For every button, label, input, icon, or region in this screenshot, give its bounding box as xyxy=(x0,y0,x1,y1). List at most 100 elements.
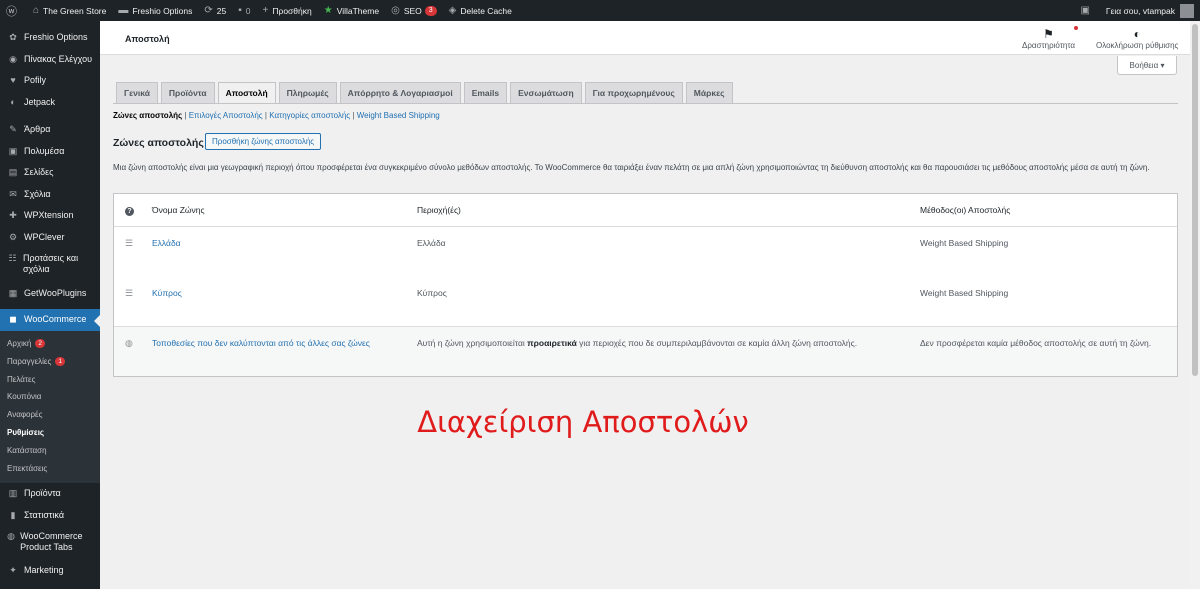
table-row-rest-of-world: ◍ Τοποθεσίες που δεν καλύπτονται από τις… xyxy=(114,327,1177,376)
sidebar-item-products[interactable]: ▥ Προϊόντα xyxy=(0,483,100,505)
zones-description: Μια ζώνη αποστολής είναι μια γεωγραφική … xyxy=(113,163,1150,172)
site-name-link[interactable]: ⌂ The Green Store xyxy=(27,0,112,21)
submenu-item-orders[interactable]: Παραγγελίες 1 xyxy=(0,353,100,371)
sidebar-item-feedback[interactable]: ☷ Προτάσεις και σχόλια xyxy=(0,248,100,283)
rest-zone-region: Αυτή η ζώνη χρησιμοποιείται προαιρετικά … xyxy=(417,338,858,348)
flag-icon: ⚑ xyxy=(1022,26,1079,41)
sidebar-item-analytics[interactable]: ▮ Στατιστικά xyxy=(0,505,100,527)
wordpress-logo-icon[interactable]: ⓦ xyxy=(0,0,27,21)
zone-methods: Weight Based Shipping xyxy=(920,288,1009,298)
tabs-icon: ◍ xyxy=(7,531,16,542)
drag-handle-icon[interactable]: ☰ xyxy=(125,237,133,250)
table-row: ☰ Κύπρος Κύπρος Weight Based Shipping xyxy=(114,277,1177,327)
notifications-icon[interactable]: ▣ xyxy=(1074,0,1099,21)
sidebar-item-marketing[interactable]: ✦ Marketing xyxy=(0,560,100,582)
tab-payments[interactable]: Πληρωμές xyxy=(278,82,337,104)
comment-icon: ✉ xyxy=(9,188,17,199)
seo-link[interactable]: ◎ SEO 3 xyxy=(385,0,443,21)
table-row: ☰ Ελλάδα Ελλάδα Weight Based Shipping xyxy=(114,227,1177,277)
tab-divider xyxy=(113,103,1178,104)
flower-icon: ✿ xyxy=(9,32,17,42)
plugin-icon: ✚ xyxy=(9,210,17,220)
admin-bar: ⓦ ⌂ The Green Store ▬ Freshio Options ⟳ 25 … xyxy=(0,0,1200,21)
sidebar-item-getwooplugins[interactable]: ▦ GetWooPlugins xyxy=(0,283,100,306)
sidebar-item-wpclever[interactable]: ⚙ WPClever xyxy=(0,227,100,249)
folder-icon: ▬ xyxy=(118,5,129,16)
subsection-weight-based[interactable]: Weight Based Shipping xyxy=(357,111,440,120)
shipping-subsections: Ζώνες αποστολής | Επιλογές Αποστολής | Κ… xyxy=(113,111,440,120)
zone-name-link[interactable]: Κύπρος xyxy=(152,287,182,300)
submenu-item-coupons[interactable]: Κουπόνια xyxy=(0,388,100,406)
notification-dot xyxy=(1074,26,1079,30)
chart-icon: ▮ xyxy=(10,509,16,520)
sidebar-item-woocommerce[interactable]: ◼ WooCommerce xyxy=(0,309,100,331)
help-button[interactable]: Βοήθεια ▾ xyxy=(1117,56,1177,75)
freshio-options-link[interactable]: ▬ Freshio Options xyxy=(112,0,198,21)
page-header: Αποστολή ⚑ Δραστηριότητα ◐ Ολοκλήρωση ρύ… xyxy=(100,21,1190,55)
tab-advanced[interactable]: Για προχωρημένους xyxy=(584,82,683,104)
activity-button[interactable]: ⚑ Δραστηριότητα xyxy=(1022,26,1079,50)
plus-icon: + xyxy=(262,5,269,16)
sidebar-item-jetpack[interactable]: ◐ Jetpack xyxy=(0,92,100,114)
zone-name-link[interactable]: Ελλάδα xyxy=(152,237,181,250)
sidebar-item-media[interactable]: ▣ Πολυμέσα xyxy=(0,141,100,163)
sidebar-item-freshio-options[interactable]: ✿ Freshio Options xyxy=(0,27,100,49)
comment-icon: ▪ xyxy=(238,5,242,16)
refresh-icon: ⟳ xyxy=(204,5,213,16)
subsection-zones[interactable]: Ζώνες αποστολής xyxy=(113,111,182,120)
seo-count-badge: 3 xyxy=(424,5,437,16)
submenu-item-status[interactable]: Κατάσταση xyxy=(0,442,100,460)
comments-link[interactable]: ▪ 0 xyxy=(232,0,256,21)
tab-shipping[interactable]: Αποστολή xyxy=(217,82,276,104)
sidebar-item-wpxtension[interactable]: ✚ WPXtension xyxy=(0,205,100,227)
subsection-classes[interactable]: Κατηγορίες αποστολής xyxy=(269,111,350,120)
admin-sidebar: ✿ Freshio Options ◉ Πίνακας Ελέγχου ♥ Pofil… xyxy=(0,21,100,589)
gear-icon: ⚙ xyxy=(8,231,18,242)
updates-link[interactable]: ⟳ 25 xyxy=(198,0,232,21)
villatheme-link[interactable]: ★ VillaTheme xyxy=(318,0,385,21)
tab-general[interactable]: Γενικά xyxy=(116,82,158,104)
zones-heading: Ζώνες αποστολής xyxy=(113,137,204,149)
caret-down-icon: ▾ xyxy=(1160,60,1165,70)
home-count-badge: 2 xyxy=(35,339,45,349)
submenu-item-customers[interactable]: Πελάτες xyxy=(0,371,100,389)
grid-icon: ▦ xyxy=(8,288,18,298)
rest-zone-methods: Δεν προσφέρεται καμία μέθοδος αποστολής … xyxy=(920,338,1152,348)
megaphone-icon: ✦ xyxy=(9,565,17,576)
add-zone-button[interactable]: Προσθήκη ζώνης αποστολής xyxy=(205,133,322,150)
delete-cache-link[interactable]: ◈ Delete Cache xyxy=(443,0,518,21)
tab-integration[interactable]: Ενσωμάτωση xyxy=(510,82,582,104)
cache-icon: ◈ xyxy=(448,5,457,16)
woocommerce-icon: ◼ xyxy=(9,314,17,324)
globe-icon: ◍ xyxy=(125,338,133,348)
settings-tabs: Γενικά Προϊόντα Αποστολή Πληρωμές Απόρρη… xyxy=(116,82,736,104)
tab-products[interactable]: Προϊόντα xyxy=(160,82,215,104)
sidebar-item-posts[interactable]: ✎ Άρθρα xyxy=(0,119,100,141)
jetpack-icon: ◐ xyxy=(10,96,16,107)
pin-icon: ✎ xyxy=(9,124,17,134)
sidebar-item-comments[interactable]: ✉ Σχόλια xyxy=(0,184,100,206)
tab-brands[interactable]: Μάρκες xyxy=(685,82,733,104)
sidebar-item-dashboard[interactable]: ◉ Πίνακας Ελέγχου xyxy=(0,49,100,71)
account-menu[interactable]: Γεια σου, vtampak xyxy=(1100,0,1200,21)
drag-handle-icon[interactable]: ☰ xyxy=(125,287,133,300)
zone-region: Ελλάδα xyxy=(417,238,446,248)
submenu-item-home[interactable]: Αρχική 2 xyxy=(0,335,100,353)
tab-accounts-privacy[interactable]: Απόρρητο & Λογαριασμοί xyxy=(339,82,461,104)
sidebar-item-pofily[interactable]: ♥ Pofily xyxy=(0,70,100,92)
subsection-options[interactable]: Επιλογές Αποστολής xyxy=(189,111,263,120)
table-header: ? Όνομα Ζώνης Περιοχή(ές) Μέθοδος(οι) Απ… xyxy=(114,194,1177,227)
tab-emails[interactable]: Emails xyxy=(463,82,508,104)
help-icon[interactable]: ? xyxy=(125,204,134,217)
complete-setup-button[interactable]: ◐ Ολοκλήρωση ρύθμισης xyxy=(1096,27,1178,50)
sidebar-item-product-tabs[interactable]: ◍ WooCommerce Product Tabs xyxy=(0,526,100,560)
overlay-title: Διαχείριση Αποστολών xyxy=(417,405,749,439)
progress-circle-icon: ◐ xyxy=(1133,27,1141,41)
column-methods: Μέθοδος(οι) Αποστολής xyxy=(920,205,1011,215)
page-icon: ▤ xyxy=(8,167,18,177)
scrollbar-thumb[interactable] xyxy=(1192,24,1198,376)
new-content-link[interactable]: + Προσθήκη xyxy=(257,0,318,21)
rest-zone-link[interactable]: Τοποθεσίες που δεν καλύπτονται από τις ά… xyxy=(152,337,370,350)
submenu-item-extensions[interactable]: Επεκτάσεις xyxy=(0,460,100,478)
sidebar-item-pages[interactable]: ▤ Σελίδες xyxy=(0,162,100,184)
